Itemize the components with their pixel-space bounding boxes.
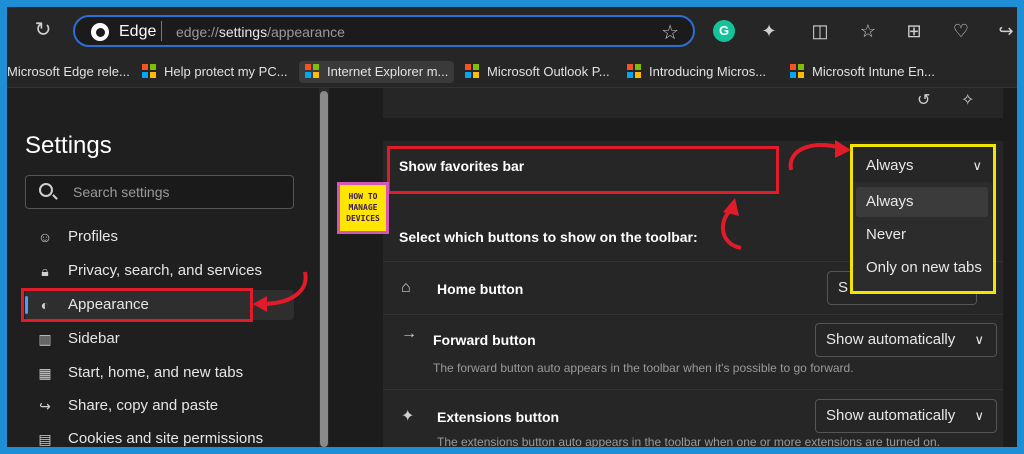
- favorite-item[interactable]: Help protect my PC...: [142, 61, 288, 83]
- home-button-label: Home button: [437, 281, 524, 297]
- forward-button-select[interactable]: Show automatically ∨: [815, 323, 997, 357]
- sidebar-item-sidebar[interactable]: ▥ Sidebar: [25, 324, 294, 354]
- refresh-icon[interactable]: ↻: [31, 18, 55, 42]
- red-arrow-icon: [788, 140, 851, 171]
- red-arrow-icon: [721, 198, 742, 250]
- sidebar-item-share[interactable]: ↪ Share, copy and paste: [25, 391, 294, 421]
- favorite-item[interactable]: Microsoft Intune En...: [790, 61, 935, 83]
- favorite-item[interactable]: Microsoft Edge rele...: [7, 61, 130, 83]
- collections-icon[interactable]: ⊞: [903, 20, 925, 42]
- browser-essentials-icon[interactable]: ♡: [950, 20, 972, 42]
- lock-icon: 🔒︎: [41, 263, 49, 279]
- favorite-item[interactable]: Microsoft Outlook P...: [465, 61, 610, 83]
- forward-button-row: → Forward button The forward button auto…: [383, 315, 1003, 389]
- page-title: Settings: [25, 132, 112, 159]
- home-icon: ⌂: [401, 279, 411, 296]
- browser-toolbar: ↻ Edge edge://settings/appearance ☆ G ✦ …: [7, 7, 1017, 54]
- forward-button-description: The forward button auto appears in the t…: [433, 361, 854, 375]
- sidebar-item-cookies[interactable]: ▤ Cookies and site permissions: [25, 424, 294, 447]
- sidebar-icon: ▥: [38, 331, 52, 347]
- appearance-highlight-box: [21, 288, 253, 322]
- url-text: edge://settings/appearance: [176, 24, 345, 40]
- microsoft-logo-icon: [465, 64, 479, 78]
- reaction-icon[interactable]: ↺: [917, 90, 930, 110]
- extensions-button-label: Extensions button: [437, 409, 560, 425]
- red-arrow-icon: [253, 271, 308, 312]
- favorite-item[interactable]: Introducing Micros...: [627, 61, 766, 83]
- chevron-down-icon: ∨: [974, 408, 984, 423]
- edge-logo-icon: [91, 23, 109, 41]
- extensions-button-select[interactable]: Show automatically ∨: [815, 399, 997, 433]
- extensions-button-row: ✦ Extensions button The extensions butto…: [383, 390, 1003, 447]
- microsoft-logo-icon: [305, 64, 319, 78]
- toolbar-heading: Select which buttons to show on the tool…: [399, 229, 698, 245]
- share-icon[interactable]: ↪: [995, 20, 1017, 42]
- grammarly-icon[interactable]: G: [713, 20, 735, 42]
- extensions-icon[interactable]: ✦: [758, 20, 780, 42]
- watermark-logo: HOW TO MANAGE DEVICES: [337, 182, 389, 234]
- favorite-item[interactable]: Internet Explorer m...: [299, 61, 455, 83]
- split-screen-icon[interactable]: ◫: [809, 20, 831, 42]
- extensions-button-description: The extensions button auto appears in th…: [437, 435, 940, 447]
- cookie-icon: ▤: [38, 431, 52, 447]
- browser-window: ↻ Edge edge://settings/appearance ☆ G ✦ …: [7, 7, 1017, 447]
- chevron-down-icon: ∨: [974, 332, 984, 347]
- site-label: Edge: [119, 23, 157, 40]
- microsoft-logo-icon: [627, 64, 641, 78]
- scrollbar-thumb[interactable]: [320, 91, 328, 447]
- favorites-bar: Microsoft Edge rele... Help protect my P…: [7, 54, 1017, 88]
- previous-section-card: ↺ ✧: [383, 88, 1003, 118]
- address-divider: [161, 21, 162, 41]
- arrow-right-icon: →: [401, 325, 417, 342]
- favorite-star-icon[interactable]: ☆: [661, 20, 679, 45]
- search-placeholder: Search settings: [73, 184, 170, 200]
- search-icon: [39, 183, 53, 197]
- extensions-icon: ✦: [401, 408, 415, 425]
- settings-sidebar: Settings Search settings ☺ Profiles 🔒︎ P…: [7, 88, 319, 447]
- favorites-bar-highlight-box: [387, 146, 779, 194]
- sidebar-item-start-home[interactable]: ▦ Start, home, and new tabs: [25, 358, 294, 388]
- settings-content: ↺ ✧ Show favorites bar Always ∨ Select w…: [329, 88, 1017, 447]
- favorites-icon[interactable]: ☆: [857, 20, 879, 42]
- profile-icon: ☺: [37, 229, 53, 245]
- microsoft-logo-icon: [142, 64, 156, 78]
- address-bar[interactable]: Edge edge://settings/appearance ☆: [73, 15, 695, 47]
- home-icon: ▦: [38, 365, 52, 381]
- share-icon: ↪: [39, 398, 51, 414]
- search-input[interactable]: Search settings: [25, 175, 294, 209]
- dropdown-highlight-box: [850, 144, 996, 294]
- forward-button-label: Forward button: [433, 332, 536, 348]
- microsoft-logo-icon: [790, 64, 804, 78]
- sidebar-item-profiles[interactable]: ☺ Profiles: [25, 222, 294, 252]
- pin-icon[interactable]: ✧: [961, 90, 974, 110]
